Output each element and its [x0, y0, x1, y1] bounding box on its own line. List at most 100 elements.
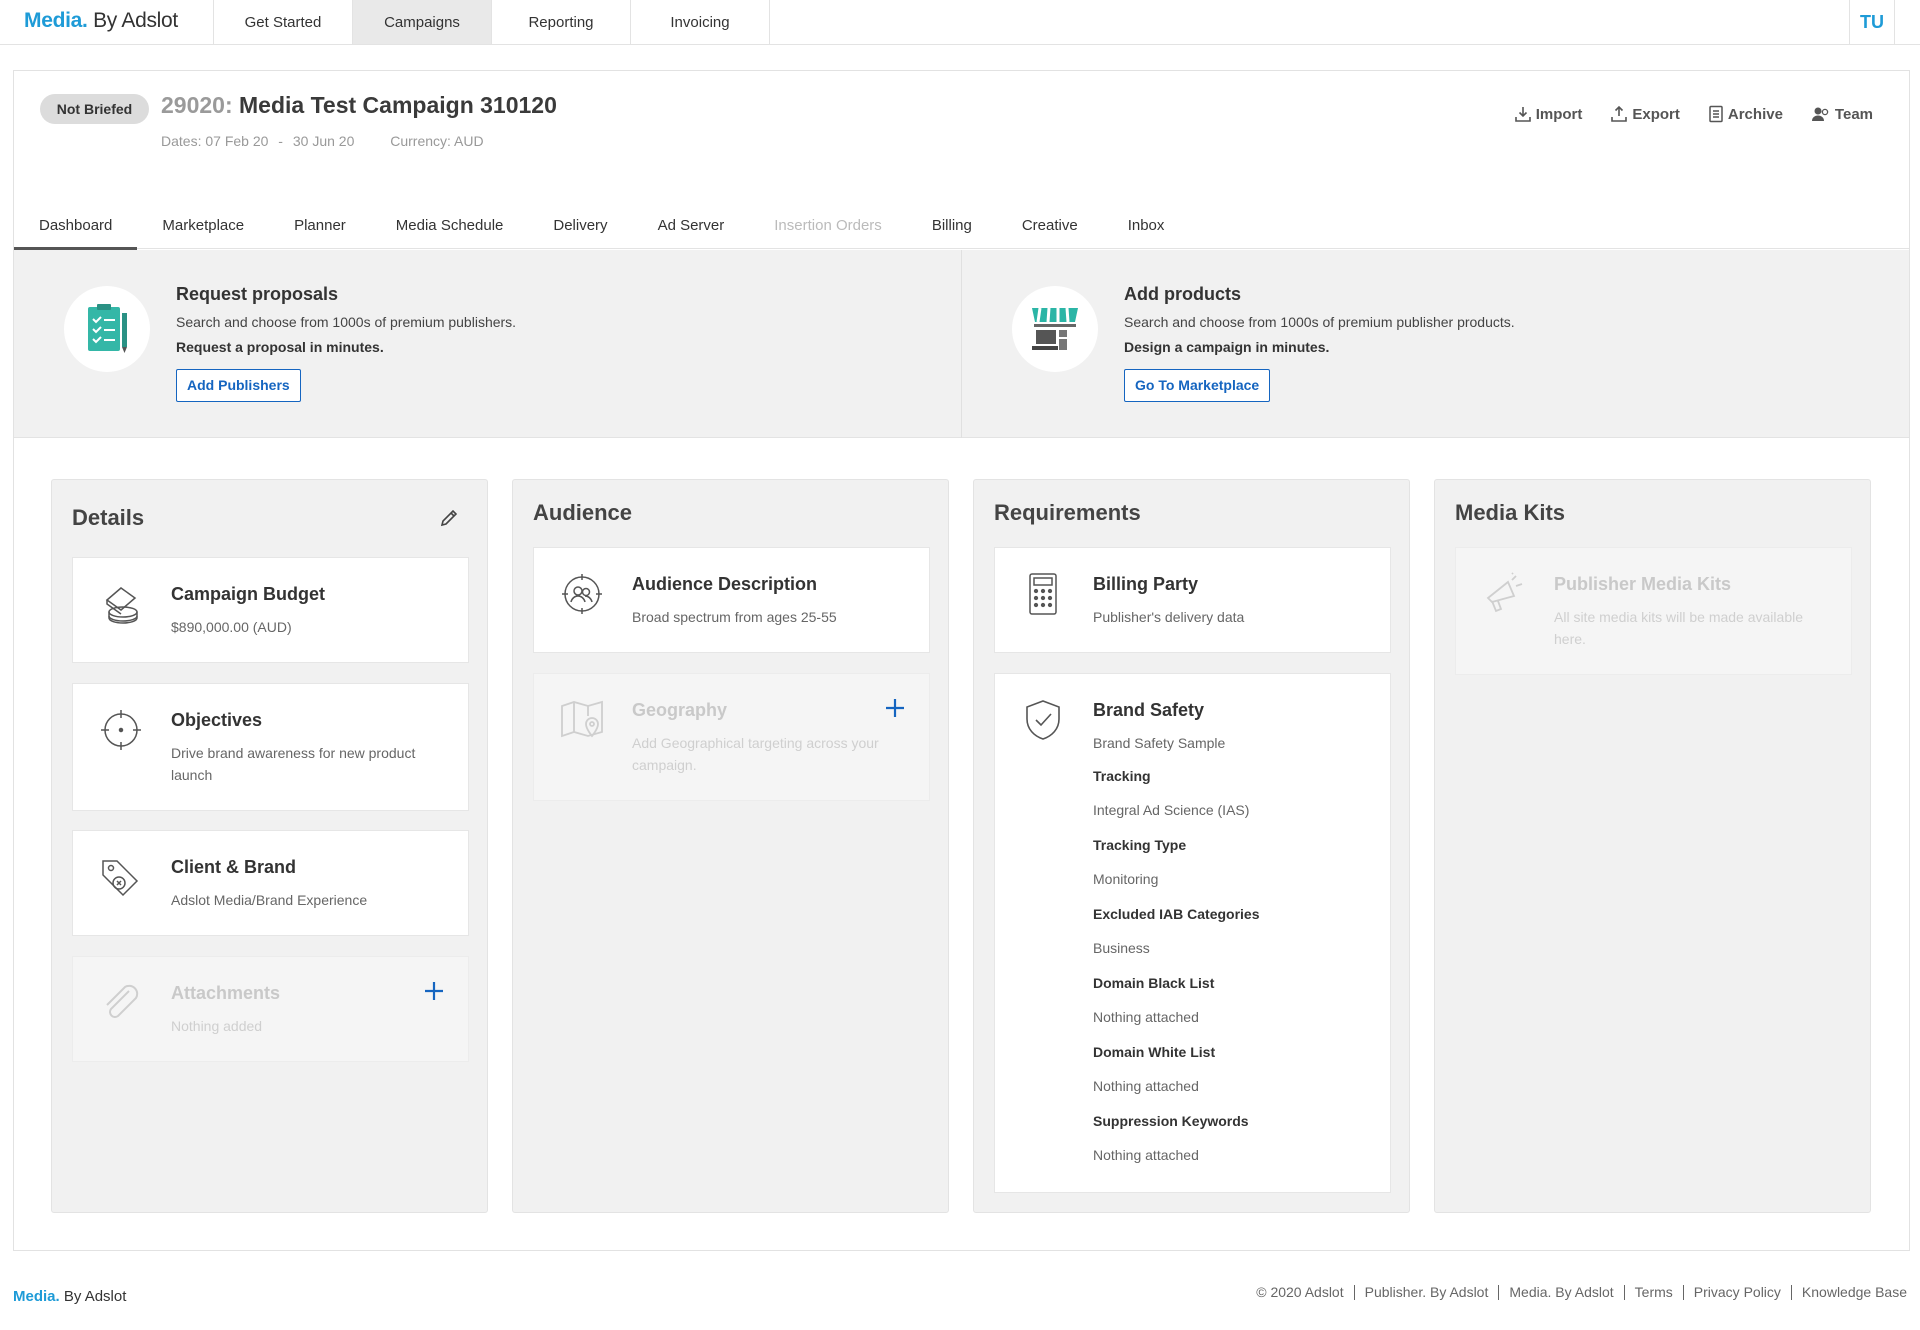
nav-reporting[interactable]: Reporting	[492, 0, 631, 44]
tab-billing[interactable]: Billing	[907, 202, 997, 249]
nav-campaigns[interactable]: Campaigns	[353, 0, 492, 44]
audience-title: Audience	[533, 500, 633, 525]
card-value: $890,000.00 (AUD)	[171, 619, 292, 635]
campaign-currency: Currency: AUD	[390, 133, 484, 149]
footer-link-media[interactable]: Media. By Adslot	[1498, 1285, 1623, 1300]
card-value: Nothing added	[171, 1018, 263, 1034]
add-attachment-button[interactable]	[424, 981, 444, 1001]
team-button[interactable]: Team	[1811, 105, 1873, 123]
campaign-budget-card[interactable]: Campaign Budget $890,000.00 (AUD)	[72, 557, 469, 663]
import-button[interactable]: Import	[1514, 105, 1583, 123]
promo-tagline: Request a proposal in minutes.	[176, 339, 384, 355]
add-publishers-button[interactable]: Add Publishers	[176, 369, 301, 402]
app-logo[interactable]: Media. By Adslot	[24, 9, 178, 33]
card-title: Billing Party	[1093, 574, 1199, 594]
tab-marketplace[interactable]: Marketplace	[137, 202, 269, 249]
tab-planner[interactable]: Planner	[269, 202, 371, 249]
nav-invoicing[interactable]: Invoicing	[631, 0, 770, 44]
export-button[interactable]: Export	[1610, 105, 1680, 123]
campaign-id: 29020:	[161, 92, 233, 118]
campaign-name: Media Test Campaign 310120	[239, 92, 557, 118]
footer-copyright: © 2020 Adslot	[1256, 1284, 1344, 1300]
user-avatar[interactable]: TU	[1849, 0, 1895, 44]
domain-black-list-label: Domain Black List	[1093, 975, 1215, 991]
requirements-title: Requirements	[994, 500, 1141, 525]
plus-icon	[885, 698, 905, 718]
footer-logo-secondary: By Adslot	[59, 1288, 127, 1305]
tab-ad-server[interactable]: Ad Server	[633, 202, 750, 249]
card-value: Publisher's delivery data	[1093, 609, 1245, 625]
main-nav: Get Started Campaigns Reporting Invoicin…	[213, 0, 770, 44]
excluded-iab-value: Business	[1093, 940, 1150, 956]
campaign-panel: Not Briefed 29020: Media Test Campaign 3…	[13, 70, 1910, 1251]
promo-icon-circle	[1012, 286, 1098, 372]
promo-description: Search and choose from 1000s of premium …	[1124, 314, 1515, 330]
campaign-meta: Dates: 07 Feb 20 - 30 Jun 20 Currency: A…	[161, 133, 490, 149]
go-to-marketplace-button[interactable]: Go To Marketplace	[1124, 369, 1271, 402]
attachments-card[interactable]: Attachments Nothing added	[72, 956, 469, 1062]
details-column: Details Campaign Budget $890,000.00 (AUD…	[51, 479, 488, 1213]
brand-safety-details: Brand Safety Sample Tracking Integral Ad…	[1093, 732, 1373, 1173]
campaign-tabs: Dashboard Marketplace Planner Media Sche…	[14, 202, 1909, 250]
billing-party-card[interactable]: Billing Party Publisher's delivery data	[994, 547, 1391, 653]
plus-icon	[424, 981, 444, 1001]
footer-link-publisher[interactable]: Publisher. By Adslot	[1353, 1285, 1499, 1300]
audience-description-card[interactable]: Audience Description Broad spectrum from…	[533, 547, 930, 653]
brand-safety-card[interactable]: Brand Safety Brand Safety Sample Trackin…	[994, 673, 1391, 1193]
footer-logo[interactable]: Media. By Adslot	[13, 1288, 126, 1305]
map-pin-icon	[560, 698, 604, 742]
page-title: 29020: Media Test Campaign 310120	[161, 92, 557, 119]
footer-link-knowledge-base[interactable]: Knowledge Base	[1790, 1285, 1907, 1300]
card-value: Add Geographical targeting across your c…	[632, 735, 879, 773]
nav-get-started[interactable]: Get Started	[214, 0, 353, 44]
edit-details-button[interactable]	[439, 508, 459, 528]
promo-title: Request proposals	[176, 284, 339, 304]
card-title: Objectives	[171, 710, 263, 730]
geography-card[interactable]: Geography Add Geographical targeting acr…	[533, 673, 930, 801]
tracking-value: Integral Ad Science (IAS)	[1093, 802, 1250, 818]
tab-insertion-orders: Insertion Orders	[774, 217, 882, 234]
publisher-media-kits-card[interactable]: Publisher Media Kits All site media kits…	[1455, 547, 1852, 675]
objectives-card[interactable]: Objectives Drive brand awareness for new…	[72, 683, 469, 811]
promo-tagline: Design a campaign in minutes.	[1124, 339, 1330, 355]
tab-creative[interactable]: Creative	[997, 202, 1103, 249]
logo-secondary: By Adslot	[87, 9, 178, 32]
tab-delivery[interactable]: Delivery	[528, 202, 632, 249]
promo-request-proposals: Request proposals Search and choose from…	[14, 250, 961, 438]
checklist-icon	[82, 303, 132, 355]
team-icon	[1811, 105, 1831, 123]
footer-link-privacy[interactable]: Privacy Policy	[1682, 1285, 1791, 1300]
shield-check-icon	[1021, 698, 1065, 742]
team-label: Team	[1834, 105, 1873, 123]
domain-white-list-value: Nothing attached	[1093, 1078, 1199, 1094]
status-badge: Not Briefed	[40, 94, 149, 124]
details-title: Details	[72, 505, 145, 530]
tab-inbox[interactable]: Inbox	[1103, 202, 1190, 249]
footer-logo-primary: Media.	[13, 1288, 60, 1305]
media-kits-title: Media Kits	[1455, 500, 1566, 525]
add-geography-button[interactable]	[885, 698, 905, 718]
footer: Media. By Adslot © 2020 Adslot Publisher…	[0, 1251, 1920, 1330]
paperclip-icon	[99, 981, 143, 1025]
archive-button[interactable]: Archive	[1708, 105, 1783, 123]
export-label: Export	[1632, 105, 1680, 123]
tracking-type-value: Monitoring	[1093, 871, 1159, 887]
card-value: Drive brand awareness for new product la…	[171, 745, 416, 783]
card-title: Brand Safety	[1093, 700, 1205, 720]
target-icon	[99, 708, 143, 752]
footer-links: © 2020 Adslot Publisher. By Adslot Media…	[1246, 1285, 1907, 1300]
logo-primary: Media.	[24, 9, 88, 32]
footer-link-terms[interactable]: Terms	[1623, 1285, 1683, 1300]
calculator-icon	[1021, 572, 1065, 616]
archive-icon	[1708, 105, 1724, 123]
campaign-dates-separator: -	[278, 133, 283, 149]
tracking-type-label: Tracking Type	[1093, 837, 1187, 853]
pencil-icon	[439, 508, 459, 528]
import-label: Import	[1535, 105, 1583, 123]
tab-dashboard[interactable]: Dashboard	[14, 202, 138, 250]
card-title: Campaign Budget	[171, 584, 326, 604]
domain-black-list-value: Nothing attached	[1093, 1009, 1199, 1025]
promo-text: Add products Search and choose from 1000…	[1124, 284, 1515, 402]
client-brand-card[interactable]: Client & Brand Adslot Media/Brand Experi…	[72, 830, 469, 936]
tab-media-schedule[interactable]: Media Schedule	[371, 202, 529, 249]
